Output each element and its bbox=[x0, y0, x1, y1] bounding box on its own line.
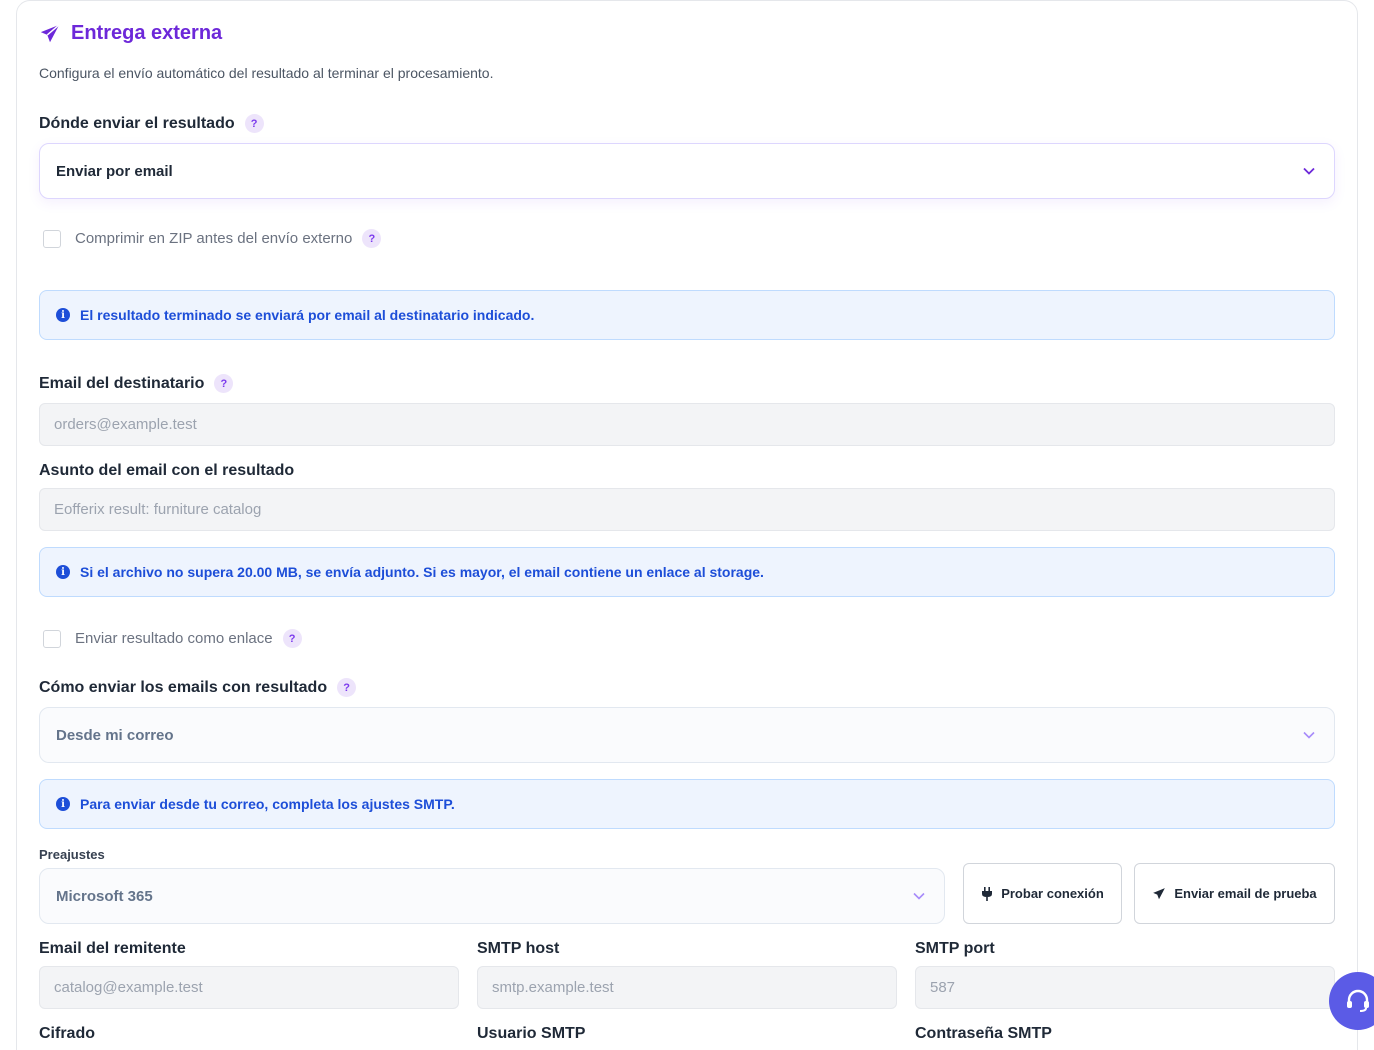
help-icon[interactable]: ? bbox=[214, 374, 234, 393]
destination-label: Dónde enviar el resultado ? bbox=[39, 114, 264, 133]
presets-select[interactable]: Microsoft 365 bbox=[39, 868, 945, 924]
plug-icon bbox=[982, 886, 993, 901]
presets-label: Preajustes bbox=[39, 847, 105, 862]
smtp-port-label: SMTP port bbox=[915, 940, 995, 957]
info-smtp-alert: i Para enviar desde tu correo, completa … bbox=[39, 779, 1335, 829]
chevron-down-icon bbox=[913, 892, 925, 900]
section-subtitle: Configura el envío automático del result… bbox=[39, 65, 494, 81]
send-method-select[interactable]: Desde mi correo bbox=[39, 707, 1335, 763]
link-checkbox-label: Enviar resultado como enlace bbox=[75, 630, 273, 647]
smtp-password-label: Contraseña SMTP bbox=[915, 1025, 1052, 1042]
presets-select-value: Microsoft 365 bbox=[56, 887, 153, 905]
subject-label: Asunto del email con el resultado bbox=[39, 462, 295, 479]
section-title: Entrega externa bbox=[39, 22, 222, 45]
sender-email-label: Email del remitente bbox=[39, 940, 186, 957]
smtp-host-label: SMTP host bbox=[477, 940, 560, 957]
send-method-select-value: Desde mi correo bbox=[56, 726, 174, 744]
destination-select[interactable]: Enviar por email bbox=[39, 143, 1335, 199]
info-size-alert: i Si el archivo no supera 20.00 MB, se e… bbox=[39, 547, 1335, 597]
paper-plane-icon bbox=[1153, 887, 1166, 899]
paper-plane-icon bbox=[40, 23, 60, 42]
zip-checkbox-label: Comprimir en ZIP antes del envío externo bbox=[75, 230, 353, 247]
send-method-label: Cómo enviar los emails con resultado ? bbox=[39, 678, 357, 697]
section-title-text: Entrega externa bbox=[71, 22, 223, 44]
info-icon: i bbox=[56, 308, 70, 322]
help-icon[interactable]: ? bbox=[337, 678, 357, 697]
recipient-label: Email del destinatario ? bbox=[39, 374, 234, 393]
headset-icon bbox=[1347, 989, 1369, 1012]
help-icon[interactable]: ? bbox=[244, 114, 264, 133]
zip-checkbox-row: Comprimir en ZIP antes del envío externo… bbox=[43, 229, 382, 248]
subject-input[interactable]: Eofferix result: furniture catalog bbox=[39, 488, 1335, 531]
destination-select-value: Enviar por email bbox=[56, 162, 173, 180]
help-icon[interactable]: ? bbox=[362, 229, 382, 248]
info-icon: i bbox=[56, 797, 70, 811]
send-test-email-button[interactable]: Enviar email de prueba bbox=[1134, 863, 1335, 924]
encryption-label: Cifrado bbox=[39, 1025, 95, 1042]
smtp-user-label: Usuario SMTP bbox=[477, 1025, 586, 1042]
test-connection-button[interactable]: Probar conexión bbox=[963, 863, 1122, 924]
chevron-down-icon bbox=[1303, 167, 1315, 175]
zip-checkbox[interactable] bbox=[43, 229, 61, 248]
smtp-port-input[interactable]: 587 bbox=[915, 966, 1335, 1009]
help-icon[interactable]: ? bbox=[282, 629, 302, 648]
smtp-host-input[interactable]: smtp.example.test bbox=[477, 966, 897, 1009]
link-checkbox-row: Enviar resultado como enlace ? bbox=[43, 629, 302, 648]
sender-email-input[interactable]: catalog@example.test bbox=[39, 966, 459, 1009]
recipient-input[interactable]: orders@example.test bbox=[39, 403, 1335, 446]
info-delivery-alert: i El resultado terminado se enviará por … bbox=[39, 290, 1335, 340]
chevron-down-icon bbox=[1303, 731, 1315, 739]
link-checkbox[interactable] bbox=[43, 629, 61, 648]
info-icon: i bbox=[56, 565, 70, 579]
